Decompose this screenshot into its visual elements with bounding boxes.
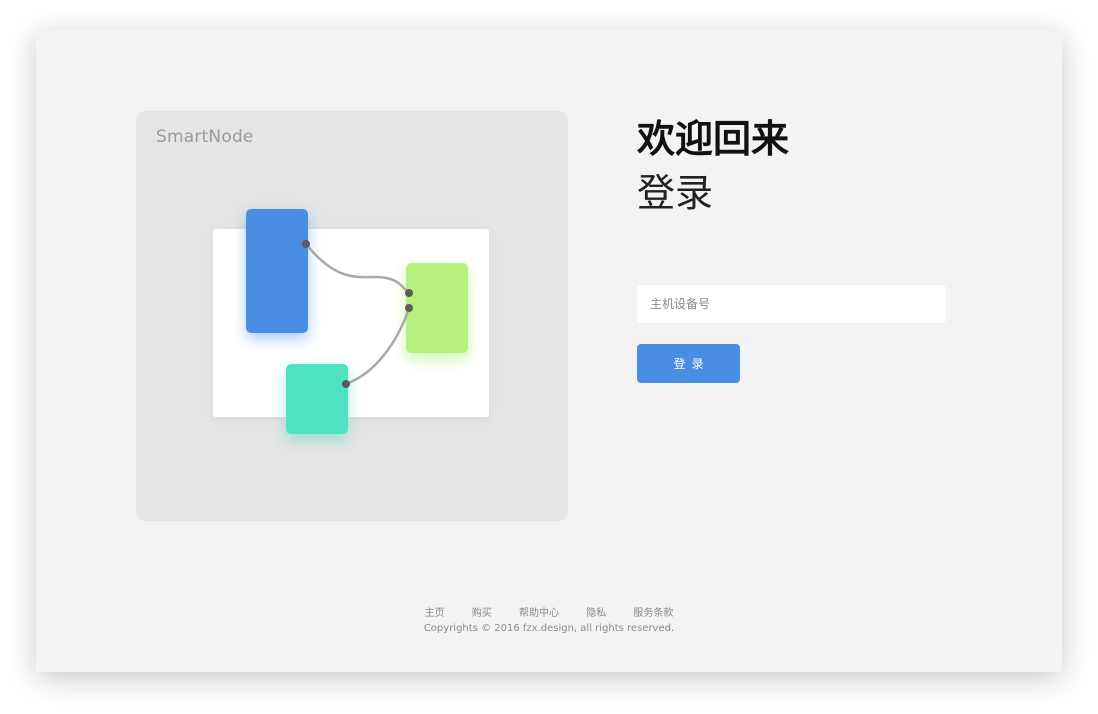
footer-link-terms[interactable]: 服务条款: [633, 608, 673, 619]
footer: 主页 购买 帮助中心 隐私 服务条款 Copyrights © 2016 fzx…: [36, 604, 1062, 634]
footer-links: 主页 购买 帮助中心 隐私 服务条款: [36, 604, 1062, 619]
footer-link-help[interactable]: 帮助中心: [519, 608, 559, 619]
illustration-panel: SmartNode: [136, 111, 568, 521]
login-header: 欢迎回来 登录: [637, 116, 967, 216]
app-window: SmartNode 欢迎回来 登录 登录 主页 购买 帮助中心 隐私 服务条款 …: [36, 30, 1062, 672]
flow-node-blue: [246, 209, 308, 333]
welcome-title: 欢迎回来: [637, 117, 790, 161]
host-device-input[interactable]: [637, 285, 946, 323]
copyright-text: Copyrights © 2016 fzx.design, all rights…: [423, 623, 675, 634]
login-button[interactable]: 登录: [637, 344, 740, 383]
footer-link-buy[interactable]: 购买: [472, 608, 492, 619]
footer-link-home[interactable]: 主页: [425, 608, 445, 619]
flow-node-green: [406, 263, 468, 353]
flow-node-teal: [286, 364, 348, 434]
footer-link-privacy[interactable]: 隐私: [586, 608, 606, 619]
brand-logo: SmartNode: [156, 127, 254, 147]
login-subtitle: 登录: [637, 171, 714, 215]
